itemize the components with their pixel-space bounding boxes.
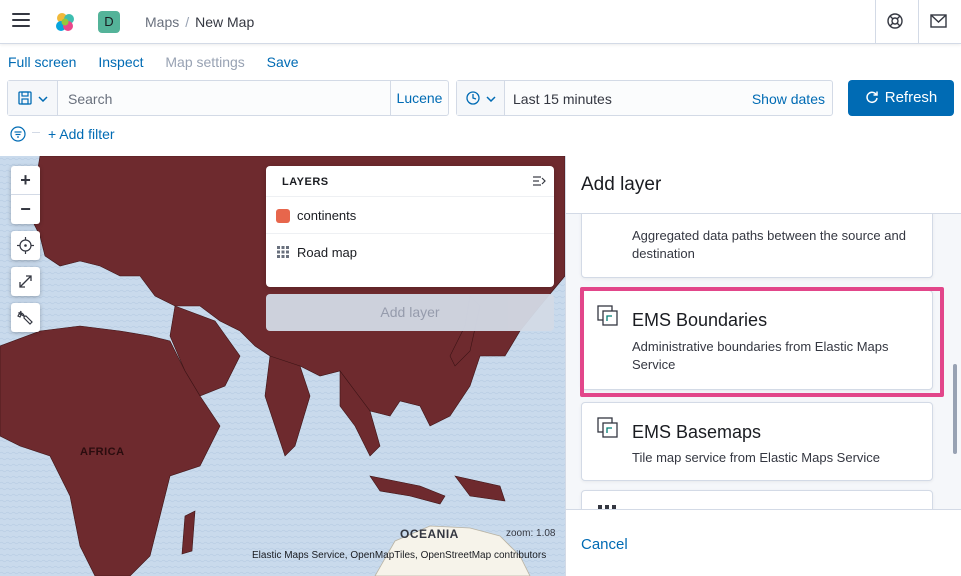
add-layer-button: Add layer xyxy=(266,294,554,331)
breadcrumb: Maps / New Map xyxy=(145,14,254,30)
cancel-button[interactable]: Cancel xyxy=(581,536,628,553)
layers-title: LAYERS xyxy=(282,176,329,188)
quick-menu-button[interactable] xyxy=(457,81,505,115)
card-description: Tile map service from Elastic Maps Servi… xyxy=(632,450,881,465)
layer-source-list[interactable]: Aggregated data paths between the source… xyxy=(566,213,961,509)
show-dates-button[interactable]: Show dates xyxy=(752,91,825,107)
layer-color-swatch xyxy=(276,209,290,223)
zoom-in-button[interactable]: + xyxy=(11,166,40,195)
breadcrumb-maps[interactable]: Maps xyxy=(145,14,179,30)
breadcrumb-separator: / xyxy=(185,14,190,30)
wrench-icon xyxy=(17,310,33,325)
filter-options-icon[interactable] xyxy=(10,126,26,142)
source-card-next[interactable] xyxy=(581,490,933,509)
add-layer-flyout: Add layer Aggregated data paths between … xyxy=(565,156,961,576)
refresh-icon xyxy=(866,91,878,104)
search-input[interactable]: Search xyxy=(68,91,112,107)
layer-label: Road map xyxy=(297,245,357,260)
zoom-out-button[interactable]: − xyxy=(11,195,40,224)
app-menu: Full screen Inspect Map settings Save xyxy=(8,54,317,70)
map-label-africa: AFRICA xyxy=(80,446,125,458)
full-screen-link[interactable]: Full screen xyxy=(8,54,76,70)
layer-item-continents[interactable]: continents xyxy=(266,196,554,233)
source-card-ems-basemaps[interactable]: EMS Basemaps Tile map service from Elast… xyxy=(581,402,933,481)
grid-icon xyxy=(277,246,289,258)
locate-button[interactable] xyxy=(11,231,40,260)
newsfeed-mail-icon[interactable] xyxy=(930,14,947,28)
filter-divider xyxy=(32,132,40,133)
ems-basemaps-icon xyxy=(597,417,618,438)
elastic-logo-icon[interactable] xyxy=(53,10,77,34)
crosshair-icon xyxy=(17,237,34,254)
query-bar: Search Lucene xyxy=(7,80,449,116)
map-canvas[interactable]: + − LAYERS continents Road map Add layer… xyxy=(0,156,565,576)
top-header: D Maps / New Map xyxy=(0,0,961,44)
layers-panel: LAYERS continents Road map xyxy=(266,166,554,287)
layer-item-road-map[interactable]: Road map xyxy=(266,233,554,270)
zoom-readout: zoom: 1.08 xyxy=(506,528,556,539)
panel-title: Add layer xyxy=(581,174,662,195)
source-card-point-to-point[interactable]: Aggregated data paths between the source… xyxy=(581,214,933,278)
save-link[interactable]: Save xyxy=(267,54,299,70)
chevron-down-icon xyxy=(38,96,48,102)
time-range-text[interactable]: Last 15 minutes xyxy=(513,91,612,107)
fit-bounds-button[interactable] xyxy=(11,267,40,296)
save-disk-icon xyxy=(18,91,32,105)
refresh-label: Refresh xyxy=(884,89,938,106)
menu-icon[interactable] xyxy=(12,13,30,27)
card-description: Aggregated data paths between the source… xyxy=(632,228,906,261)
map-attribution[interactable]: Elastic Maps Service, OpenMapTiles, Open… xyxy=(252,550,546,561)
card-title: EMS Basemaps xyxy=(632,422,762,442)
clock-icon xyxy=(466,91,480,105)
map-label-oceania: OCEANIA xyxy=(400,527,459,541)
highlight-annotation xyxy=(580,287,944,397)
time-picker: Last 15 minutes Show dates xyxy=(456,80,833,116)
query-language-button[interactable]: Lucene xyxy=(390,81,448,115)
layer-label: continents xyxy=(297,208,357,223)
scrollbar[interactable] xyxy=(953,364,957,454)
map-settings-link: Map settings xyxy=(165,54,245,70)
collapse-panel-icon[interactable] xyxy=(532,175,546,187)
header-divider xyxy=(875,0,876,44)
zoom-controls: + − xyxy=(11,166,40,224)
help-lifebuoy-icon[interactable] xyxy=(886,12,904,30)
panel-footer: Cancel xyxy=(566,509,961,576)
space-avatar[interactable]: D xyxy=(98,11,120,33)
chevron-down-icon xyxy=(486,96,496,102)
refresh-button[interactable]: Refresh xyxy=(848,80,954,116)
header-divider xyxy=(918,0,919,44)
expand-icon xyxy=(19,275,32,288)
inspect-link[interactable]: Inspect xyxy=(98,54,143,70)
saved-query-button[interactable] xyxy=(8,81,58,115)
breadcrumb-current: New Map xyxy=(195,14,255,30)
add-filter-button[interactable]: + Add filter xyxy=(48,126,115,142)
tools-button[interactable] xyxy=(11,303,40,332)
